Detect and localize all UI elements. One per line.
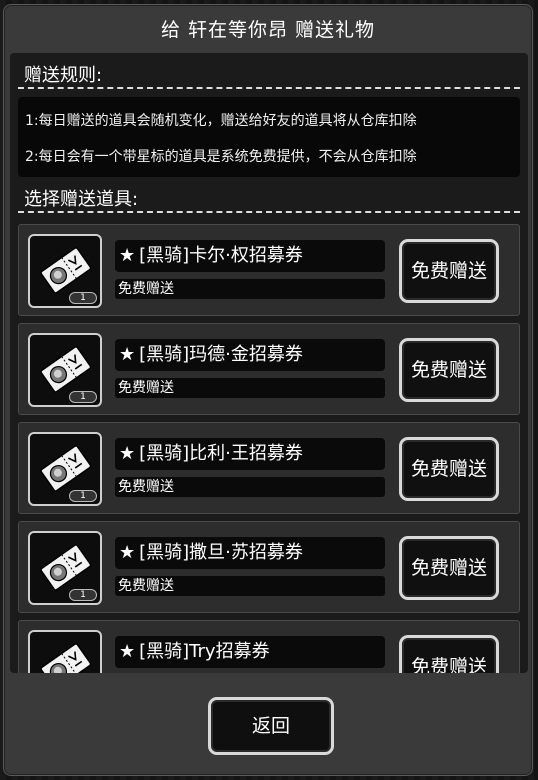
free-gift-button[interactable]: 免费赠送	[399, 635, 499, 673]
item-desc: 免费赠送	[115, 576, 385, 596]
item-count-badge: 1	[69, 391, 97, 403]
rules-heading: 赠送规则:	[24, 65, 103, 86]
rules-divider	[18, 87, 520, 89]
star-icon: ★	[119, 542, 136, 563]
rules-box: 1:每日赠送的道具会随机变化，赠送给好友的道具将从仓库扣除 2:每日会有一个带星…	[18, 97, 520, 177]
star-icon: ★	[119, 443, 136, 464]
dialog-title: 给 轩在等你昂 赠送礼物	[160, 19, 376, 41]
gift-dialog: 给 轩在等你昂 赠送礼物 赠送规则: 1:每日赠送的道具会随机变化，赠送给好友的…	[3, 4, 533, 776]
item-name-text: [黑骑]卡尔·权招募券	[139, 245, 303, 266]
star-icon: ★	[119, 641, 136, 662]
item-count-badge: 1	[69, 589, 97, 601]
free-gift-button[interactable]: 免费赠送	[399, 338, 499, 402]
gift-item-list[interactable]: 1 ★ [黑骑]卡尔·权招募券 免费赠送 免费赠送 1 ★ [黑骑]玛德·金招募…	[18, 221, 520, 673]
recruit-ticket-icon[interactable]: 1	[28, 234, 102, 308]
item-name-text: [黑骑]Try招募券	[139, 641, 270, 662]
item-name-text: [黑骑]比利·王招募券	[139, 443, 303, 464]
rule-line-1: 1:每日赠送的道具会随机变化，赠送给好友的道具将从仓库扣除	[25, 113, 417, 129]
recruit-ticket-icon[interactable]: 1	[28, 432, 102, 506]
gift-item: 1 ★[黑骑]Try招募券 免费赠送	[18, 620, 520, 673]
free-gift-button[interactable]: 免费赠送	[399, 536, 499, 600]
item-desc: 免费赠送	[115, 477, 385, 497]
dialog-content: 赠送规则: 1:每日赠送的道具会随机变化，赠送给好友的道具将从仓库扣除 2:每日…	[10, 53, 528, 673]
recruit-ticket-icon[interactable]: 1	[28, 531, 102, 605]
select-divider	[18, 211, 520, 213]
ticket-graphic	[40, 643, 92, 673]
item-name: ★ [黑骑]撒旦·苏招募券	[115, 537, 385, 569]
item-desc: 免费赠送	[115, 279, 385, 299]
recruit-ticket-icon[interactable]: 1	[28, 630, 102, 673]
item-name-text: [黑骑]玛德·金招募券	[139, 344, 303, 365]
item-name: ★ [黑骑]Try招募券	[115, 636, 385, 668]
star-icon: ★	[119, 344, 136, 365]
gift-item: 1 ★ [黑骑]玛德·金招募券 免费赠送 免费赠送	[18, 323, 520, 415]
free-gift-button[interactable]: 免费赠送	[399, 437, 499, 501]
item-count-badge: 1	[69, 292, 97, 304]
gift-item: 1 ★ [黑骑]比利·王招募券 免费赠送 免费赠送	[18, 422, 520, 514]
recruit-ticket-icon[interactable]: 1	[28, 333, 102, 407]
gift-item: 1 ★ [黑骑]撒旦·苏招募券 免费赠送 免费赠送	[18, 521, 520, 613]
gift-item: 1 ★ [黑骑]卡尔·权招募券 免费赠送 免费赠送	[18, 224, 520, 316]
item-desc: 免费赠送	[115, 378, 385, 398]
back-button[interactable]: 返回	[208, 697, 334, 755]
star-icon: ★	[119, 245, 136, 266]
free-gift-button[interactable]: 免费赠送	[399, 239, 499, 303]
rule-line-2: 2:每日会有一个带星标的道具是系统免费提供，不会从仓库扣除	[25, 149, 417, 165]
item-name: ★ [黑骑]玛德·金招募券	[115, 339, 385, 371]
item-name: ★ [黑骑]卡尔·权招募券	[115, 240, 385, 272]
item-count-badge: 1	[69, 490, 97, 502]
select-heading: 选择赠送道具:	[24, 189, 139, 210]
item-name-text: [黑骑]撒旦·苏招募券	[139, 542, 303, 563]
item-name: ★ [黑骑]比利·王招募券	[115, 438, 385, 470]
